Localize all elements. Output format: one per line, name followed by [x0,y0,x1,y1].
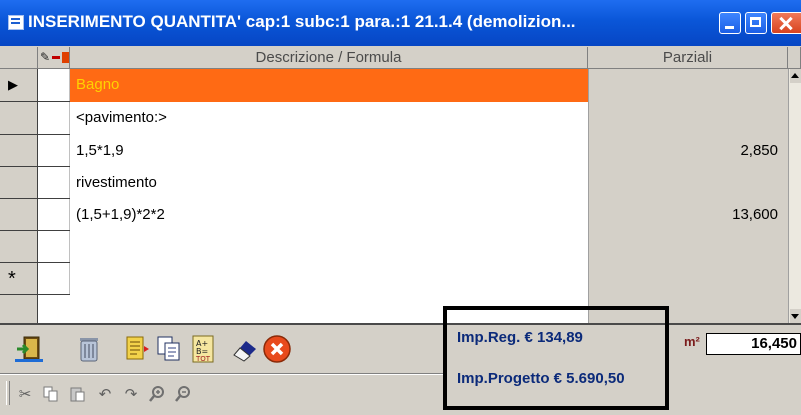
edit-cell[interactable] [38,69,70,102]
vertical-scrollbar[interactable] [788,69,801,323]
trash-icon[interactable] [74,334,104,364]
table-row-partial[interactable] [588,69,788,100]
row-selector-new[interactable]: * [0,263,38,295]
current-row-arrow-icon: ▶ [8,77,18,92]
window-menu-icon[interactable] [8,15,24,30]
cancel-icon[interactable] [262,334,292,364]
pencil-icon: ✎ [40,50,51,64]
table-row-partial[interactable] [588,167,788,198]
edit-cell[interactable] [38,199,70,231]
table-row-description[interactable]: <pavimento:> [70,102,588,135]
table-row-partial[interactable]: 13,600 [588,199,788,230]
copy-pages-icon[interactable] [154,334,184,364]
close-button[interactable] [771,12,801,34]
table-row-description[interactable]: (1,5+1,9)*2*2 [70,199,588,230]
window-title: INSERIMENTO QUANTITA' cap:1 subc:1 para.… [28,12,576,31]
column-header-description[interactable]: Descrizione / Formula [70,47,588,69]
scroll-up-icon[interactable] [790,69,801,83]
calculator-icon[interactable]: A+ B= TOT [188,334,218,364]
summary-highlight-box [443,306,669,410]
zoom-out-icon[interactable] [174,385,192,403]
row-selector-current[interactable]: ▶ [0,69,38,102]
new-row-asterisk-icon: * [8,268,16,290]
zoom-in-icon[interactable] [148,385,166,403]
table-row-description[interactable]: 1,5*1,9 [70,135,588,166]
toolbar-divider [0,373,445,375]
paste-icon[interactable] [68,385,86,403]
row-selector[interactable] [0,199,38,231]
row-header-corner [0,47,38,69]
quantity-entry-window: INSERIMENTO QUANTITA' cap:1 subc:1 para.… [0,0,801,415]
edit-cell[interactable] [38,231,70,263]
exit-icon[interactable] [14,334,44,364]
edit-cell[interactable] [38,167,70,199]
row-selector[interactable] [0,231,38,263]
scroll-down-icon[interactable] [790,309,801,323]
table-row-partial[interactable] [588,102,788,133]
table-row-description-selected[interactable]: Bagno [70,69,588,102]
row-selector[interactable] [0,102,38,135]
title-bar[interactable]: INSERIMENTO QUANTITA' cap:1 subc:1 para.… [0,0,801,46]
table-row-partial[interactable]: 2,850 [588,135,788,166]
cut-icon[interactable]: ✂ [16,385,34,403]
edit-column-header: ✎ [38,47,70,69]
quantity-grid: ✎ Descrizione / Formula Parziali ▶ * Bag… [0,47,801,323]
row-selector[interactable] [0,135,38,167]
total-quantity-field[interactable]: 16,450 [706,333,801,355]
minus-icon [52,56,60,59]
redo-icon[interactable]: ↷ [122,385,140,403]
row-selector[interactable] [0,167,38,199]
copy-icon[interactable] [42,385,60,403]
edit-cell[interactable] [38,263,70,295]
svg-text:TOT: TOT [195,355,211,363]
document-icon[interactable] [122,334,152,364]
unit-label: m² [684,334,700,349]
toolbar-grip [6,381,10,405]
row-selector-empty [0,295,38,323]
column-header-partials[interactable]: Parziali [588,47,788,69]
table-row-description[interactable]: rivestimento [70,167,588,198]
undo-icon[interactable]: ↶ [96,385,114,403]
minimize-button[interactable] [719,12,741,34]
eraser-icon[interactable] [230,334,260,364]
flag-icon [62,52,69,63]
bottom-toolbar: A+ B= TOT ✂ ↶ ↷ [0,323,801,415]
header-scroll-gap [788,47,801,69]
maximize-button[interactable] [745,12,767,34]
edit-cell[interactable] [38,135,70,167]
edit-cell[interactable] [38,102,70,135]
